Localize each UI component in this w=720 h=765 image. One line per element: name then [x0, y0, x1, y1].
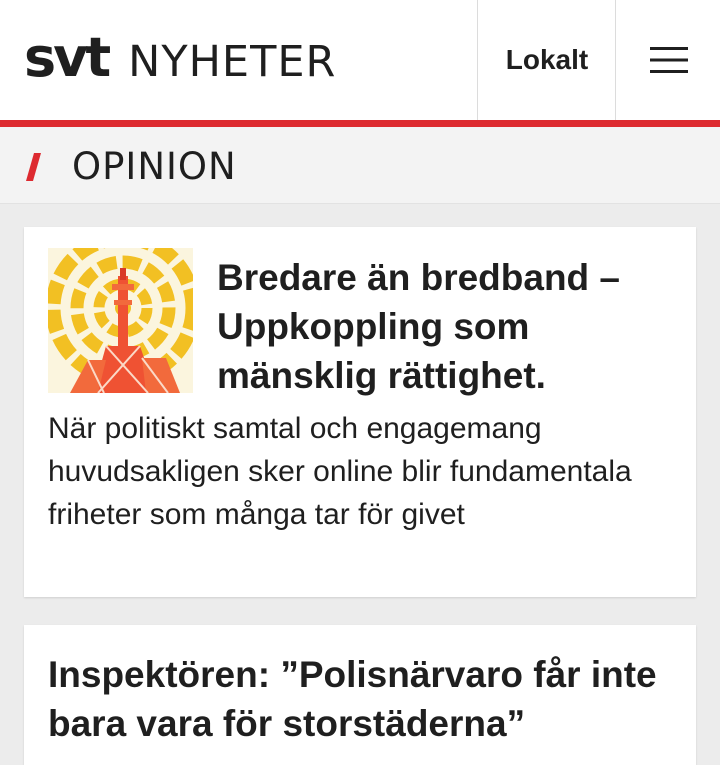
- lokalt-label: Lokalt: [505, 44, 589, 75]
- lokalt-button[interactable]: Lokalt: [477, 0, 616, 120]
- section-title: OPINION: [72, 145, 237, 188]
- logo-svt-text: svt: [24, 26, 111, 89]
- article-card[interactable]: Bredare än bredband – Uppkoppling som mä…: [24, 227, 696, 597]
- red-slash-icon: [26, 153, 41, 181]
- site-header: svt NYHETER Lokalt: [0, 0, 720, 127]
- article-lead: När politiskt samtal och engagemang huvu…: [48, 412, 632, 531]
- radio-tower-illustration: [48, 248, 193, 393]
- article-headline[interactable]: Inspektören: ”Polisnärvaro får inte bara…: [48, 650, 678, 748]
- article-headline[interactable]: Bredare än bredband – Uppkoppling som mä…: [217, 253, 677, 400]
- section-header: OPINION: [0, 127, 720, 204]
- menu-button[interactable]: [615, 0, 720, 120]
- hamburger-menu-icon: [649, 47, 688, 73]
- svt-nyheter-logo[interactable]: svt NYHETER: [24, 28, 336, 88]
- logo-nyheter-text: NYHETER: [128, 37, 337, 87]
- article-card[interactable]: Inspektören: ”Polisnärvaro får inte bara…: [24, 625, 696, 765]
